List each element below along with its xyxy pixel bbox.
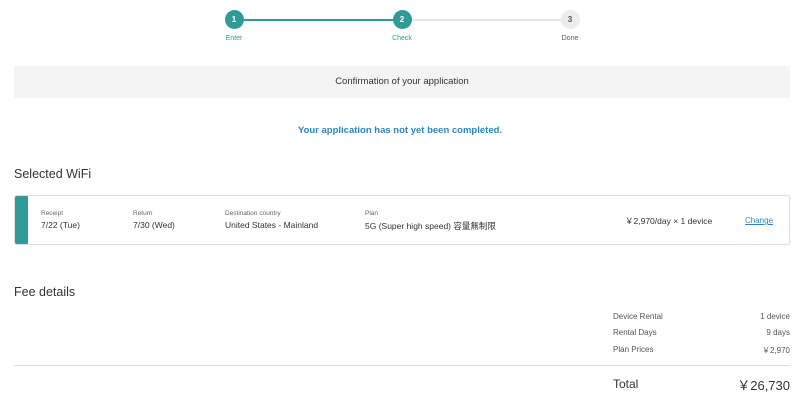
fee-row-device-rental: Device Rental 1 device <box>613 312 790 326</box>
return-field: Return 7/30 (Wed) <box>133 210 175 230</box>
total-label: Total <box>613 377 639 391</box>
step-number: 2 <box>392 10 412 29</box>
daily-price: ￥2,970/day × 1 device <box>625 216 713 226</box>
plan-value: 5G (Super high speed) 容量無制限 <box>365 221 496 231</box>
total-row: Total ￥26,730 <box>613 375 790 395</box>
return-label: Return <box>133 210 153 217</box>
fee-label: Plan Prices <box>613 345 654 354</box>
fee-details-title: Fee details <box>14 285 76 299</box>
destination-label: Destination country <box>225 210 281 217</box>
selected-wifi-title: Selected WiFi <box>14 167 92 181</box>
fee-value: ￥2,970 <box>761 346 790 355</box>
plan-field: Plan 5G (Super high speed) 容量無制限 <box>365 210 496 232</box>
fee-label: Rental Days <box>613 328 657 337</box>
incomplete-notice: Your application has not yet been comple… <box>297 125 503 136</box>
fee-row-rental-days: Rental Days 9 days <box>613 328 790 342</box>
step-number: 3 <box>560 10 580 29</box>
step-label: Enter <box>225 35 243 42</box>
step-done: 3 Done <box>540 10 600 42</box>
step-number: 1 <box>224 10 244 29</box>
step-label: Done <box>561 35 579 42</box>
total-value: ￥26,730 <box>737 378 790 393</box>
fee-value: 1 device <box>760 312 790 321</box>
plan-label: Plan <box>365 210 379 217</box>
fee-label: Device Rental <box>613 312 663 321</box>
receipt-value: 7/22 (Tue) <box>41 220 80 230</box>
fee-value: 9 days <box>766 328 790 337</box>
fee-divider <box>14 365 790 366</box>
confirmation-banner: Confirmation of your application <box>14 66 790 98</box>
destination-value: United States - Mainland <box>225 220 319 230</box>
step-check: 2 Check <box>372 10 432 42</box>
card-accent-bar <box>15 196 28 244</box>
destination-field: Destination country United States - Main… <box>225 210 318 230</box>
return-value: 7/30 (Wed) <box>133 220 175 230</box>
step-enter: 1 Enter <box>204 10 264 42</box>
selected-wifi-card: Receipt 7/22 (Tue) Return 7/30 (Wed) Des… <box>14 195 790 245</box>
receipt-field: Receipt 7/22 (Tue) <box>41 210 80 230</box>
receipt-label: Receipt <box>41 210 64 217</box>
change-link[interactable]: Change <box>745 216 773 225</box>
step-label: Check <box>392 35 412 42</box>
progress-stepper: 1 Enter 2 Check 3 Done <box>0 10 800 50</box>
fee-row-plan-prices: Plan Prices ￥2,970 <box>613 345 790 359</box>
